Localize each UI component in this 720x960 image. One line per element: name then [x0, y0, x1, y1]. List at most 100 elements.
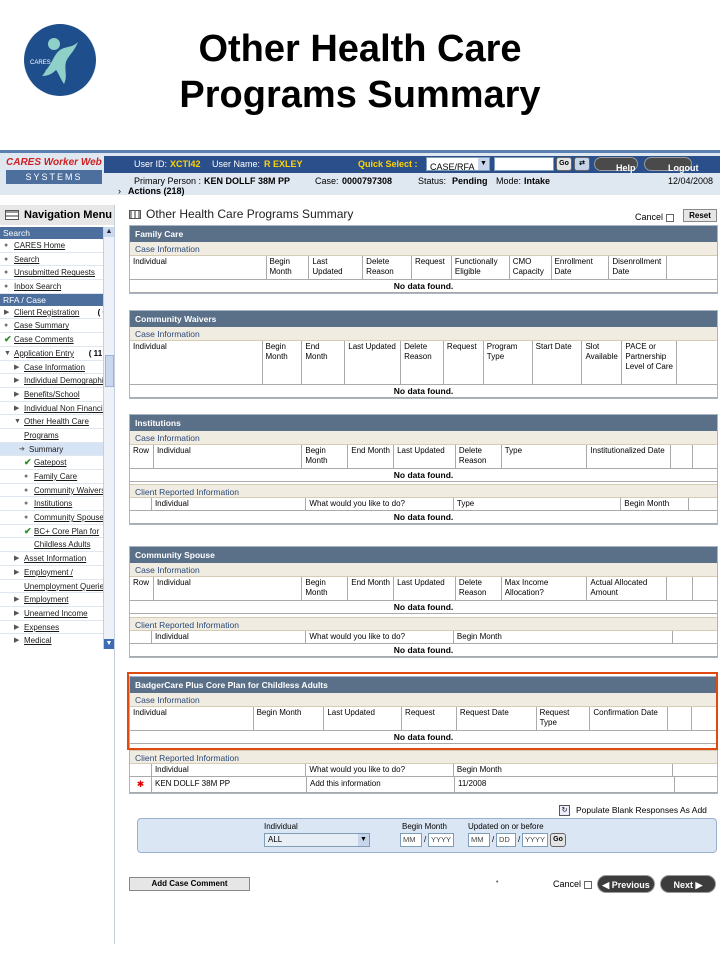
quick-go-button[interactable]: Go [556, 157, 572, 171]
nav-item[interactable]: ▶ Individual Non Financial [0, 402, 103, 416]
nav-item[interactable]: ● CARES Home [0, 239, 103, 253]
nav-item[interactable]: ▶ Employment [0, 593, 103, 607]
reset-button[interactable]: Reset [683, 209, 717, 222]
nav-item[interactable]: ● Inbox Search [0, 280, 103, 294]
cancel-bottom-checkbox[interactable] [583, 880, 592, 889]
nav-marker-icon: ▶ [14, 363, 20, 371]
nav-item-label: Benefits/School [24, 389, 80, 399]
sub-title: Case Information [130, 327, 717, 341]
column-header [130, 764, 152, 776]
column-header: Individual [152, 498, 307, 510]
nav-marker-icon: ➔ [19, 445, 25, 453]
nav-item-label: Expenses [24, 622, 60, 632]
column-header [689, 498, 717, 510]
nav-item[interactable]: ▶ Individual Demographics [0, 374, 103, 388]
begin-yyyy-input[interactable]: YYYY [428, 833, 454, 847]
nav-item[interactable]: Childless Adults [0, 538, 103, 553]
nav-item[interactable]: ● Case Summary [0, 319, 103, 334]
nav-item[interactable]: ● Community Waivers [0, 484, 103, 498]
nav-marker-icon: ▶ [14, 377, 20, 385]
nav-item-label: Childless Adults [34, 540, 91, 550]
table-header: Individual Begin Month Last Updated Delete … [130, 256, 717, 280]
nav-item[interactable]: ● Community Spouse [0, 511, 103, 525]
individual-select[interactable]: ALL ▼ [264, 833, 370, 847]
row-begin-month: 11/2008 [455, 777, 675, 792]
nav-item[interactable]: ▶ Medical [0, 634, 103, 647]
sub-title: Case Information [130, 563, 717, 577]
slide-title: Other Health Care Programs Summary [100, 26, 620, 118]
nav-item[interactable]: ▶ Case Information [0, 361, 103, 375]
populate-blank-link[interactable]: ↻ Populate Blank Responses As Add [559, 805, 707, 817]
nav-item[interactable]: Programs [0, 429, 103, 443]
top-banner: CARES Worker Web SYSTEMS User ID: XCTI42… [0, 150, 720, 196]
nav-item[interactable]: ▶ Employment / [0, 566, 103, 580]
nav-item[interactable]: ✔ Case Comments [0, 333, 103, 347]
nav-item[interactable]: ➔ Summary [0, 442, 103, 457]
cancel-checkbox[interactable] [665, 213, 674, 222]
column-header: Individual [152, 631, 307, 643]
panel-title: Family Care [130, 226, 717, 242]
scroll-up-icon[interactable]: ▲ [104, 227, 114, 237]
nav-item[interactable]: ✔ Gatepost [0, 456, 103, 470]
badgercare-panel: BadgerCare Plus Core Plan for Childless … [129, 676, 718, 794]
column-header: Last Updated [345, 341, 402, 384]
begin-mm-input[interactable]: MM [400, 833, 422, 847]
nav-item[interactable]: ▼ Other Health Care [0, 415, 103, 429]
slide-title-line2: Programs Summary [179, 74, 541, 116]
no-data-message: No data found. [130, 511, 717, 524]
previous-button[interactable]: ◀ Previous [597, 875, 655, 893]
help-label: Help [616, 163, 636, 173]
nav-item[interactable]: ✔ BC+ Core Plan for [0, 525, 103, 539]
nav-item[interactable]: ● Unsubmitted Requests [0, 266, 103, 281]
column-header: Slot Available [582, 341, 623, 384]
filter-go-button[interactable]: Go [550, 833, 566, 847]
nav-item[interactable]: ▶Client Registration( 0 ) [0, 306, 103, 320]
userid-value: XCTI42 [170, 159, 201, 169]
nav-item[interactable]: ▶ Expenses [0, 621, 103, 635]
logout-button[interactable]: Logout [644, 157, 699, 173]
quick-nav-icon[interactable]: ⇄ [574, 157, 590, 171]
column-header: Program Type [484, 341, 533, 384]
menu-icon [5, 210, 19, 220]
no-data-message: No data found. [130, 469, 717, 482]
table-row[interactable]: ✱ KEN DOLLF 38M PP Add this information … [130, 777, 717, 793]
page-icon [129, 210, 141, 219]
cancel-top[interactable]: Cancel [635, 212, 674, 222]
nav-item[interactable]: ▶ Benefits/School [0, 388, 103, 402]
family-care-panel: Family Care Case Information Individual B… [129, 225, 718, 294]
nav-item-label: BC+ Core Plan for [34, 526, 100, 536]
quick-select-input[interactable] [494, 157, 554, 171]
nav-item[interactable]: Unemployment Queries [0, 580, 103, 594]
column-header: Last Updated [394, 445, 456, 468]
add-case-comment-button[interactable]: Add Case Comment [129, 877, 250, 891]
quick-select-dropdown[interactable]: CASE/RFA ▼ [426, 157, 490, 172]
nav-item[interactable]: ▶ Asset Information [0, 552, 103, 566]
nav-item[interactable]: ● Search [0, 253, 103, 267]
nav-scrollbar[interactable]: ▲ ▼ [103, 227, 114, 649]
column-header: Begin Month [454, 764, 674, 776]
nav-item[interactable]: ● Family Care [0, 470, 103, 484]
column-header [130, 498, 152, 510]
cancel-bottom[interactable]: Cancel [553, 879, 592, 889]
updated-mm-input[interactable]: MM [468, 833, 490, 847]
column-header: Start Date [533, 341, 583, 384]
updated-dd-input[interactable]: DD [496, 833, 516, 847]
column-header: Individual [130, 707, 254, 730]
actions-link[interactable]: Actions (218) [128, 186, 185, 196]
column-header [692, 707, 717, 730]
nav-item[interactable]: ▶ Unearned Income [0, 607, 103, 621]
nav-item[interactable]: ● Institutions [0, 497, 103, 512]
nav-item[interactable]: ▼Application Entry ( 11 ) [0, 347, 103, 361]
panel-title: Community Waivers [130, 311, 717, 327]
scroll-thumb[interactable] [105, 355, 114, 387]
status-label: Status: [418, 176, 447, 186]
help-button[interactable]: Help [594, 157, 638, 173]
sub-title: Client Reported Information [130, 617, 717, 631]
updated-yyyy-input[interactable]: YYYY [522, 833, 548, 847]
scroll-down-icon[interactable]: ▼ [104, 639, 114, 649]
next-button[interactable]: Next ▶ [660, 875, 716, 893]
date-separator: / [492, 835, 495, 844]
nav-item-label: Unemployment Queries [24, 581, 103, 591]
nav-item-label: Case Summary [14, 321, 70, 331]
column-header: End Month [348, 445, 395, 468]
